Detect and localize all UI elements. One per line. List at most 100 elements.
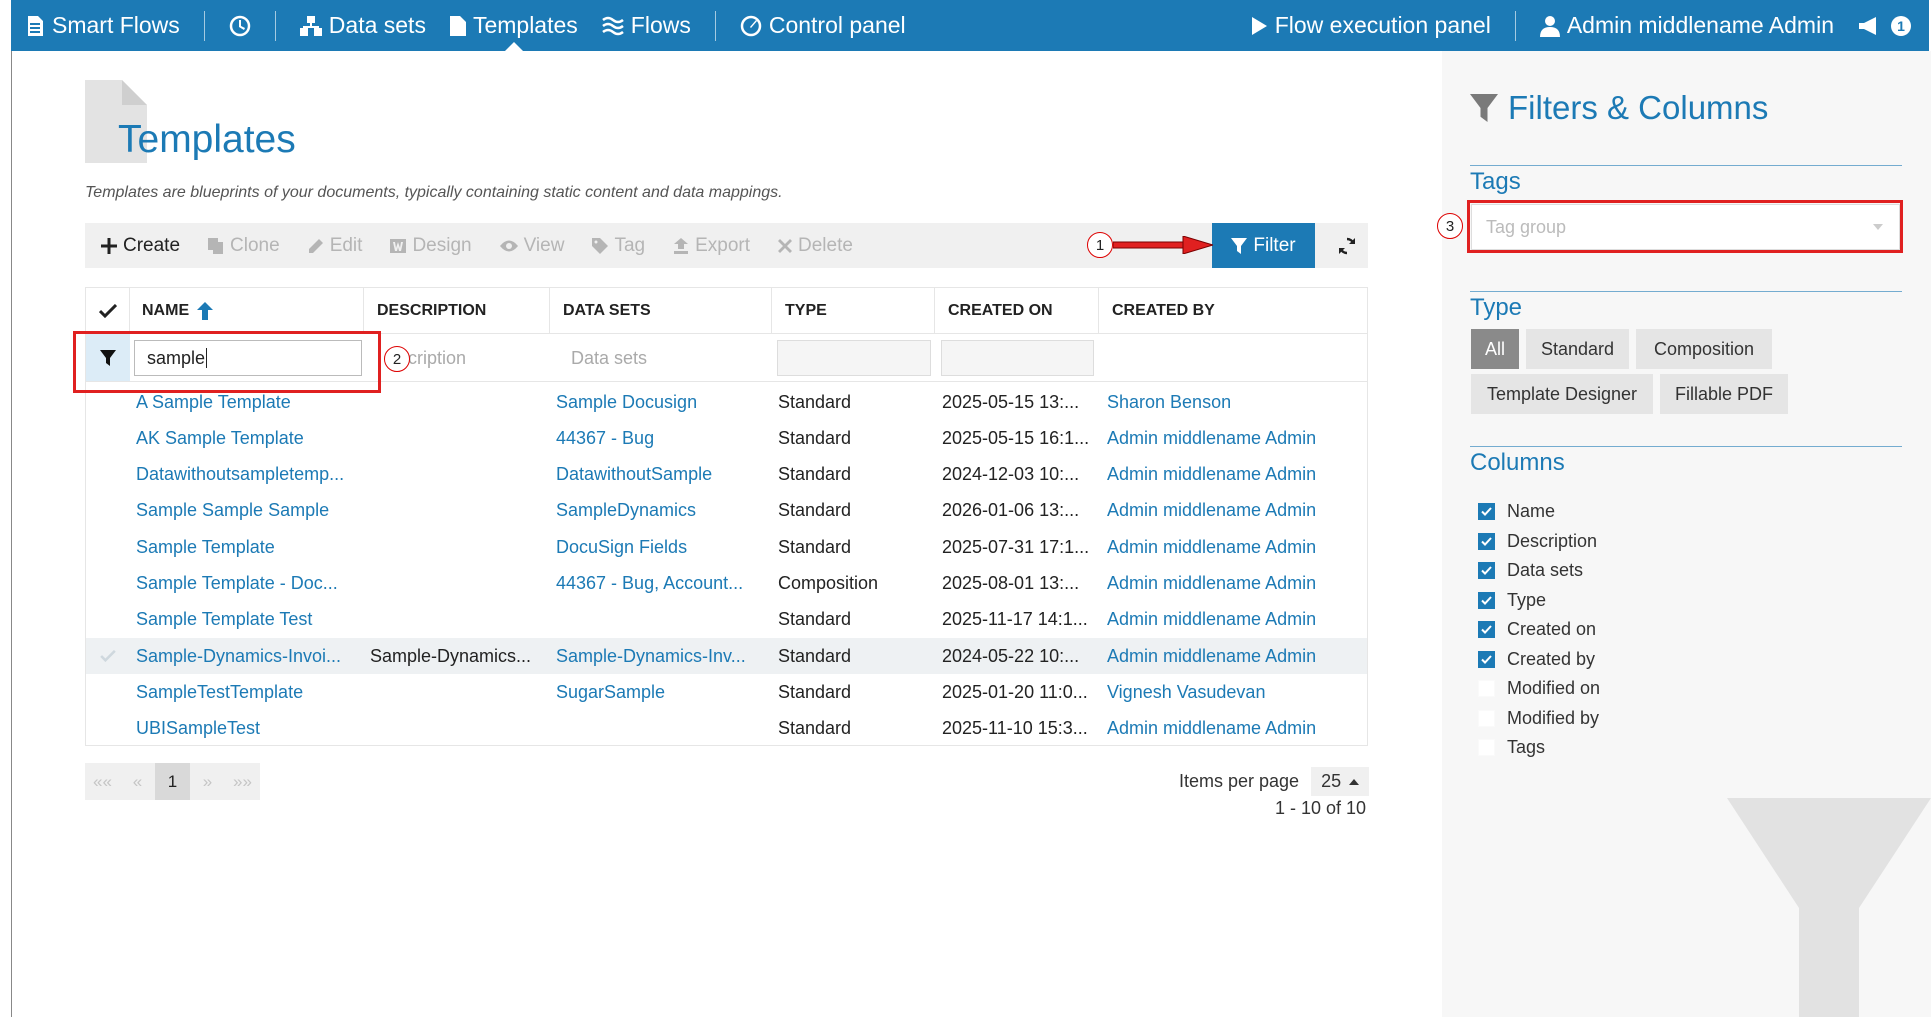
cell-datasets[interactable]: 44367 - Bug <box>556 428 768 449</box>
checkbox[interactable] <box>1478 621 1495 638</box>
checkbox[interactable] <box>1478 562 1495 579</box>
table-row[interactable]: Sample-Dynamics-Invoi... Sample-Dynamics.… <box>86 638 1367 675</box>
type-filter-template-designer[interactable]: Template Designer <box>1471 374 1653 414</box>
column-toggle-tags[interactable]: Tags <box>1478 737 1545 758</box>
type-filter-input[interactable] <box>777 340 931 376</box>
cell-datasets[interactable]: SampleDynamics <box>556 500 768 521</box>
cell-created-by[interactable]: Admin middlename Admin <box>1107 537 1365 558</box>
column-header-description[interactable]: DESCRIPTION <box>364 288 550 334</box>
items-per-page-select[interactable]: 25 <box>1311 767 1370 796</box>
type-filter-composition[interactable]: Composition <box>1636 329 1772 369</box>
tag-button[interactable]: Tag <box>592 235 645 257</box>
cell-name[interactable]: Sample Template <box>136 537 364 558</box>
cell-created-by[interactable]: Admin middlename Admin <box>1107 646 1365 667</box>
column-header-datasets[interactable]: DATA SETS <box>550 288 772 334</box>
column-toggle-type[interactable]: Type <box>1478 590 1546 611</box>
nav-flow-execution[interactable]: Flow execution panel <box>1238 0 1503 51</box>
datasets-filter-input[interactable]: Data sets <box>554 340 772 376</box>
column-header-name[interactable]: NAME <box>130 288 364 334</box>
annotation-marker-2: 2 <box>384 346 410 372</box>
checkbox[interactable] <box>1478 503 1495 520</box>
next-page-button[interactable]: » <box>190 763 225 800</box>
column-header-created-by[interactable]: CREATED BY <box>1099 288 1367 334</box>
column-header-created-on[interactable]: CREATED ON <box>935 288 1099 334</box>
previous-page-button[interactable]: « <box>120 763 155 800</box>
cell-created-by[interactable]: Sharon Benson <box>1107 392 1365 413</box>
nav-brand[interactable]: Smart Flows <box>11 0 192 51</box>
select-all-checkbox[interactable] <box>86 288 130 334</box>
checkbox[interactable] <box>1478 709 1495 727</box>
nav-control-panel[interactable]: Control panel <box>728 0 918 51</box>
cell-name[interactable]: AK Sample Template <box>136 428 364 449</box>
table-row[interactable]: Sample Template DocuSign Fields Standard 20… <box>86 529 1367 565</box>
column-toggle-name[interactable]: Name <box>1478 501 1555 522</box>
column-toggle-modified-on[interactable]: Modified on <box>1478 678 1600 699</box>
cell-created-by[interactable]: Admin middlename Admin <box>1107 718 1365 739</box>
cell-name[interactable]: Sample-Dynamics-Invoi... <box>136 646 364 667</box>
cell-created-by[interactable]: Admin middlename Admin <box>1107 500 1365 521</box>
column-toggle-description[interactable]: Description <box>1478 531 1597 552</box>
design-button-label: Design <box>412 234 472 256</box>
nav-user-menu[interactable]: Admin middlename Admin <box>1528 0 1846 51</box>
cell-name[interactable]: Sample Template Test <box>136 609 364 630</box>
nav-history[interactable] <box>217 0 263 51</box>
cell-datasets[interactable]: 44367 - Bug, Account... <box>556 573 768 594</box>
nav-templates[interactable]: Templates <box>438 0 590 51</box>
column-toggle-modified-by[interactable]: Modified by <box>1478 708 1599 729</box>
cell-datasets[interactable]: Sample Docusign <box>556 392 768 413</box>
table-row[interactable]: AK Sample Template 44367 - Bug Standard 202… <box>86 420 1367 456</box>
checkbox[interactable] <box>1478 532 1495 550</box>
first-page-button[interactable]: «« <box>85 763 120 800</box>
cell-name[interactable]: A Sample Template <box>136 392 364 413</box>
checkbox[interactable] <box>1478 680 1495 697</box>
cell-name[interactable]: Sample Sample Sample <box>136 500 364 521</box>
table-row[interactable]: Sample Template - Doc... 44367 - Bug, Acc… <box>86 566 1367 602</box>
view-button[interactable]: View <box>499 235 564 257</box>
cell-name[interactable]: Sample Template - Doc... <box>136 573 364 594</box>
cell-datasets[interactable]: Sample-Dynamics-Inv... <box>556 646 768 667</box>
type-filter-fillable-pdf[interactable]: Fillable PDF <box>1660 374 1788 414</box>
nav-datasets[interactable]: Data sets <box>288 0 438 51</box>
table-row[interactable]: SampleTestTemplate SugarSample Standard 202… <box>86 674 1367 710</box>
cell-datasets[interactable]: DatawithoutSample <box>556 464 768 485</box>
refresh-button[interactable] <box>1326 223 1368 268</box>
cell-created-by[interactable]: Admin middlename Admin <box>1107 428 1365 449</box>
column-header-type[interactable]: TYPE <box>772 288 935 334</box>
design-button[interactable]: Design <box>390 234 472 257</box>
filter-button[interactable]: Filter <box>1212 223 1315 268</box>
clock-icon <box>229 15 251 36</box>
edit-button[interactable]: Edit <box>308 235 362 257</box>
type-filter-standard[interactable]: Standard <box>1526 329 1629 369</box>
cell-created-on: 2025-08-01 13:... <box>942 573 1080 593</box>
cell-datasets[interactable]: SugarSample <box>556 682 768 703</box>
column-toggle-created-on[interactable]: Created on <box>1478 619 1596 640</box>
table-row[interactable]: UBISampleTest Standard 2025-11-10 15:3... A… <box>86 711 1367 747</box>
table-row[interactable]: Sample Sample Sample SampleDynamics Standa… <box>86 493 1367 529</box>
cell-name[interactable]: SampleTestTemplate <box>136 682 364 703</box>
create-button[interactable]: Create <box>101 235 180 257</box>
export-button[interactable]: Export <box>673 235 750 257</box>
table-row[interactable]: Sample Template Test Standard 2025-11-17 1… <box>86 602 1367 638</box>
table-row[interactable]: Datawithoutsampletemp... DatawithoutSampl… <box>86 457 1367 493</box>
cell-created-by[interactable]: Admin middlename Admin <box>1107 464 1365 485</box>
cell-name[interactable]: Datawithoutsampletemp... <box>136 464 364 485</box>
current-page-button[interactable]: 1 <box>155 763 190 800</box>
nav-notifications[interactable]: 1 <box>1846 0 1929 51</box>
nav-flows[interactable]: Flows <box>590 0 703 51</box>
cell-name[interactable]: UBISampleTest <box>136 718 364 739</box>
filter-button-label: Filter <box>1253 234 1296 256</box>
last-page-button[interactable]: »» <box>225 763 260 800</box>
clone-button[interactable]: Clone <box>208 235 280 257</box>
checkbox[interactable] <box>1478 650 1495 668</box>
cell-created-by[interactable]: Admin middlename Admin <box>1107 573 1365 594</box>
delete-button[interactable]: Delete <box>778 235 853 257</box>
cell-created-by[interactable]: Vignesh Vasudevan <box>1107 682 1365 703</box>
cell-created-by[interactable]: Admin middlename Admin <box>1107 609 1365 630</box>
column-toggle-created-by[interactable]: Created by <box>1478 649 1595 670</box>
column-toggle-data-sets[interactable]: Data sets <box>1478 560 1583 581</box>
created-on-filter-input[interactable] <box>941 340 1094 376</box>
checkbox[interactable] <box>1478 739 1495 756</box>
checkbox[interactable] <box>1478 591 1495 609</box>
type-filter-all[interactable]: All <box>1471 329 1519 369</box>
cell-datasets[interactable]: DocuSign Fields <box>556 537 768 558</box>
